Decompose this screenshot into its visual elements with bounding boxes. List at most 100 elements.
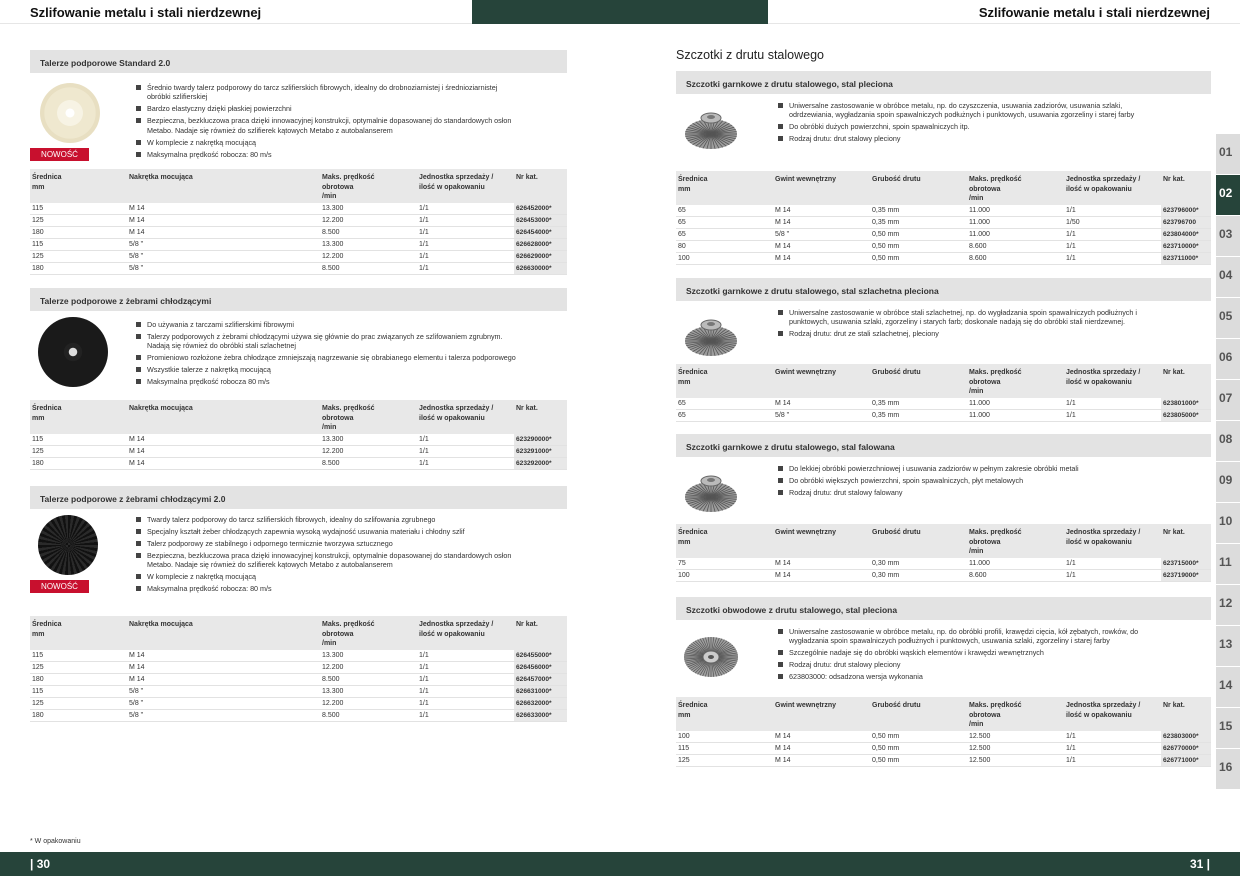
column-header: Nr kat.: [514, 169, 567, 203]
chapter-tab-10[interactable]: 10: [1216, 503, 1240, 544]
feature-item: Bezpieczna, bezkluczowa praca dzięki inn…: [136, 116, 516, 135]
brush-image: [680, 632, 742, 682]
chapter-tab-03[interactable]: 03: [1216, 216, 1240, 257]
feature-list: Średnio twardy talerz podporowy do tarcz…: [136, 83, 516, 162]
chapter-tab-12[interactable]: 12: [1216, 585, 1240, 626]
column-header: Średnica mm: [30, 400, 127, 434]
table-cell: 13.300: [320, 434, 417, 446]
feature-item: W komplecie z nakrętką mocującą: [136, 138, 516, 147]
table-cell: 115: [30, 685, 127, 698]
table-cell: 1/1: [417, 673, 514, 686]
table-cell: 0,50 mm: [870, 731, 967, 743]
table-cell: 1/1: [417, 650, 514, 662]
chapter-tab-16[interactable]: 16: [1216, 749, 1240, 790]
column-header: Maks. prędkość obrotowa/min: [967, 524, 1064, 558]
table-cell: 12.200: [320, 250, 417, 263]
chapter-tab-09[interactable]: 09: [1216, 462, 1240, 503]
column-header: Średnica mm: [30, 616, 127, 650]
chapter-tab-02[interactable]: 02: [1216, 175, 1240, 216]
table-header-row: Średnica mm Gwint wewnętrzny Grubość drutu M…: [676, 171, 1211, 205]
feature-item: Rodzaj drutu: drut stalowy pleciony: [778, 134, 1158, 143]
chapter-tab-05[interactable]: 05: [1216, 298, 1240, 339]
table-cell: 8.600: [967, 240, 1064, 253]
table-cell: 8.500: [320, 673, 417, 686]
table-cell: 1/1: [1064, 205, 1161, 217]
table-row: 65 M 14 0,35 mm 11.000 1/1 623801000*: [676, 398, 1211, 410]
table-cell: 0,50 mm: [870, 240, 967, 253]
table-cell: 623804000*: [1161, 228, 1211, 241]
table-cell: M 14: [773, 240, 870, 253]
chapter-tab-06[interactable]: 06: [1216, 339, 1240, 380]
feature-item: Maksymalna prędkość robocza 80 m/s: [136, 377, 516, 386]
table-cell: 626631000*: [514, 685, 567, 698]
column-header: Średnica mm: [676, 364, 773, 398]
table-cell: 626628000*: [514, 238, 567, 251]
table-row: 65 5/8 " 0,50 mm 11.000 1/1 623804000*: [676, 228, 1211, 241]
feature-item: Maksymalna prędkość robocza: 80 m/s: [136, 584, 516, 593]
table-row: 65 5/8 " 0,35 mm 11.000 1/1 623805000*: [676, 409, 1211, 422]
chapter-tab-13[interactable]: 13: [1216, 626, 1240, 667]
table-cell: 5/8 ": [127, 697, 320, 710]
product-table: Średnica mm Gwint wewnętrzny Grubość drutu M…: [676, 364, 1211, 422]
table-cell: 5/8 ": [127, 709, 320, 722]
chapter-tab-08[interactable]: 08: [1216, 421, 1240, 462]
feature-item: Średnio twardy talerz podporowy do tarcz…: [136, 83, 516, 102]
table-cell: 1/1: [1064, 558, 1161, 570]
table-row: 180 M 14 8.500 1/1 623292000*: [30, 457, 567, 470]
brush-image: [680, 104, 742, 154]
table-row: 100 M 14 0,50 mm 8.600 1/1 623711000*: [676, 252, 1211, 265]
table-row: 125 M 14 12.200 1/1 623291000*: [30, 445, 567, 458]
product-image: [38, 515, 98, 575]
table-cell: 623796000*: [1161, 205, 1211, 217]
table-cell: 5/8 ": [127, 238, 320, 251]
feature-item: Rodzaj drutu: drut ze stali szlachetnej,…: [778, 329, 1158, 338]
chapter-tab-04[interactable]: 04: [1216, 257, 1240, 298]
product-table: Średnica mm Nakrętka mocująca Maks. prędkoś…: [30, 400, 567, 470]
feature-item: Do używania z tarczami szlifierskimi fib…: [136, 320, 516, 329]
column-header: Grubość drutu: [870, 364, 967, 398]
feature-item: Bardzo elastyczny dzięki płaskiej powier…: [136, 104, 516, 113]
table-cell: M 14: [127, 434, 320, 446]
chapter-tab-14[interactable]: 14: [1216, 667, 1240, 708]
column-header: Maks. prędkość obrotowa/min: [967, 171, 1064, 205]
table-row: 115 5/8 " 13.300 1/1 626628000*: [30, 238, 567, 251]
column-header: Grubość drutu: [870, 171, 967, 205]
table-cell: 1/1: [417, 685, 514, 698]
feature-list: Uniwersalne zastosowanie w obróbce metal…: [778, 101, 1158, 146]
chapter-tab-15[interactable]: 15: [1216, 708, 1240, 749]
table-row: 180 M 14 8.500 1/1 626454000*: [30, 226, 567, 239]
table-cell: 1/1: [1064, 398, 1161, 410]
table-row: 125 5/8 " 12.200 1/1 626629000*: [30, 250, 567, 263]
table-cell: 11.000: [967, 409, 1064, 422]
table-cell: 1/1: [417, 262, 514, 275]
table-cell: 0,35 mm: [870, 398, 967, 410]
table-row: 125 M 14 0,50 mm 12.500 1/1 626771000*: [676, 754, 1211, 767]
column-header: Gwint wewnętrzny: [773, 171, 870, 205]
table-cell: 12.500: [967, 742, 1064, 755]
product-section: Szczotki garnkowe z drutu stalowego, sta…: [676, 434, 1211, 582]
top-bar: Szlifowanie metalu i stali nierdzewnej S…: [0, 0, 1240, 24]
product-image: [38, 317, 108, 387]
table-cell: 0,50 mm: [870, 754, 967, 767]
table-cell: 1/1: [417, 226, 514, 239]
chapter-tab-01[interactable]: 01: [1216, 134, 1240, 175]
column-header: Jednostka sprzedaży / ilość w opakowaniu: [1064, 171, 1161, 205]
table-cell: 1/1: [1064, 742, 1161, 755]
table-cell: 626457000*: [514, 673, 567, 686]
table-cell: 75: [676, 558, 773, 570]
table-header-row: Średnica mm Nakrętka mocująca Maks. prędkoś…: [30, 400, 567, 434]
table-cell: M 14: [127, 650, 320, 662]
table-cell: 11.000: [967, 558, 1064, 570]
chapter-tab-11[interactable]: 11: [1216, 544, 1240, 585]
table-cell: 626453000*: [514, 214, 567, 227]
table-cell: 626771000*: [1161, 754, 1211, 767]
table-cell: 1/1: [1064, 569, 1161, 582]
page-number-left: | 30: [30, 857, 51, 871]
table-cell: 623290000*: [514, 434, 567, 446]
table-row: 65 M 14 0,35 mm 11.000 1/1 623796000*: [676, 205, 1211, 217]
feature-list: Uniwersalne zastosowanie w obróbce metal…: [778, 627, 1158, 684]
chapter-tab-07[interactable]: 07: [1216, 380, 1240, 421]
product-table: Średnica mm Nakrętka mocująca Maks. prędkoś…: [30, 169, 567, 275]
table-cell: 11.000: [967, 398, 1064, 410]
top-bar-accent: [472, 0, 768, 24]
